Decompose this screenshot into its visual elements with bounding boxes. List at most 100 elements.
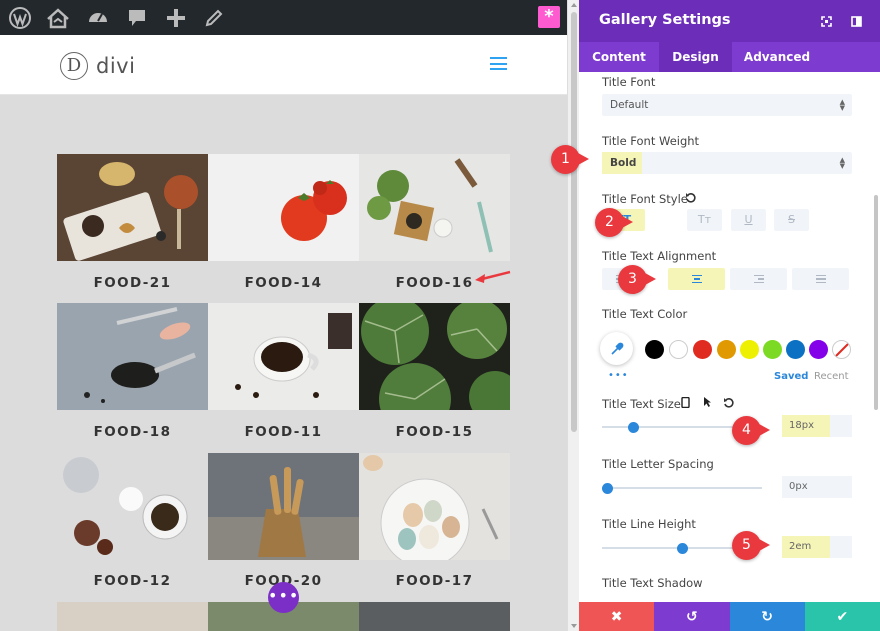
strikethrough-button[interactable]: S: [774, 209, 809, 231]
tab-advanced[interactable]: Advanced: [732, 42, 822, 72]
gallery-image[interactable]: [359, 303, 510, 410]
title-font-value: Default: [610, 99, 649, 111]
device-phone-icon[interactable]: [681, 397, 690, 408]
title-font-weight-select[interactable]: Bold ▲ ▼: [602, 152, 852, 174]
home-icon[interactable]: [46, 6, 70, 30]
gallery-item[interactable]: [359, 453, 510, 560]
title-font-style-label: Title Font Style: [602, 192, 688, 206]
gallery-caption: FOOD-21: [93, 275, 172, 291]
step-marker: 2: [595, 208, 633, 237]
panel-title: Gallery Settings: [599, 12, 731, 28]
gallery-caption: FOOD-11: [244, 424, 323, 440]
gallery-caption: FOOD-17: [395, 573, 474, 589]
slider-handle[interactable]: [628, 421, 639, 433]
gallery-item[interactable]: [208, 303, 359, 410]
title-line-height-label: Title Line Height: [602, 517, 696, 531]
cancel-button[interactable]: ✖: [579, 602, 655, 631]
gallery-image[interactable]: [208, 303, 359, 410]
gallery-item[interactable]: [208, 453, 359, 560]
comment-icon[interactable]: [125, 6, 149, 30]
gallery-image[interactable]: [208, 453, 359, 560]
gallery-caption: FOOD-12: [93, 573, 172, 589]
eyedropper-button[interactable]: [600, 332, 633, 365]
expand-icon[interactable]: [821, 16, 832, 27]
reset-icon[interactable]: [685, 192, 696, 203]
tab-content[interactable]: Content: [579, 42, 659, 72]
gallery-item[interactable]: [57, 453, 208, 560]
site-logo[interactable]: D divi: [60, 52, 135, 80]
title-text-size-label: Title Text Size: [602, 397, 681, 411]
slider-handle[interactable]: [602, 482, 613, 494]
step-marker: 3: [618, 265, 656, 294]
redo-button[interactable]: ↻: [729, 602, 805, 631]
plus-icon[interactable]: [164, 6, 188, 30]
hamburger-icon[interactable]: [490, 57, 507, 70]
title-font-select[interactable]: Default ▲ ▼: [602, 94, 852, 116]
gallery-item[interactable]: [57, 303, 208, 410]
logo-text: divi: [96, 54, 136, 78]
color-swatch[interactable]: [693, 340, 712, 359]
gallery-grid: FOOD-21 FOOD-14 FOOD-16 FOOD-18 FOOD-11 …: [0, 95, 567, 631]
reset-icon[interactable]: [723, 397, 734, 408]
gallery-item[interactable]: [359, 303, 510, 410]
gallery-item-partial[interactable]: [57, 602, 208, 631]
undo-button[interactable]: ↺: [654, 602, 730, 631]
sidebar-toggle-icon[interactable]: [851, 16, 862, 27]
page-scrollbar[interactable]: [567, 0, 579, 631]
title-letter-spacing-slider[interactable]: [602, 482, 762, 494]
gallery-item[interactable]: [208, 154, 359, 261]
hover-cursor-icon[interactable]: [703, 396, 712, 408]
gallery-caption: FOOD-14: [244, 275, 323, 291]
gallery-image[interactable]: [208, 154, 359, 261]
gallery-image[interactable]: [359, 154, 510, 261]
color-swatch[interactable]: [763, 340, 782, 359]
step-marker: 1: [551, 145, 589, 174]
title-text-size-input[interactable]: 18px: [782, 415, 830, 437]
gallery-image[interactable]: [57, 154, 208, 261]
title-font-label: Title Font: [602, 75, 656, 89]
admin-bar: *: [0, 0, 567, 35]
gallery-item[interactable]: [359, 154, 510, 261]
color-swatch[interactable]: [645, 340, 664, 359]
gallery-image[interactable]: [57, 303, 208, 410]
title-line-height-input[interactable]: 2em: [782, 536, 830, 558]
gallery-image[interactable]: [359, 453, 510, 560]
panel-scrollbar[interactable]: [874, 195, 878, 410]
align-justify-button[interactable]: [792, 268, 849, 290]
eyedropper-icon: [610, 342, 623, 355]
gallery-caption: FOOD-18: [93, 424, 172, 440]
asterisk-icon[interactable]: *: [538, 6, 560, 28]
color-swatch[interactable]: [786, 340, 805, 359]
wordpress-icon[interactable]: [8, 6, 32, 30]
pencil-icon[interactable]: [202, 6, 226, 30]
color-swatch[interactable]: [740, 340, 759, 359]
gallery-caption: FOOD-15: [395, 424, 474, 440]
title-text-color-label: Title Text Color: [602, 307, 688, 321]
title-text-alignment-label: Title Text Alignment: [602, 249, 717, 263]
gallery-item-partial[interactable]: [359, 602, 510, 631]
align-right-button[interactable]: [730, 268, 787, 290]
underline-button[interactable]: U: [731, 209, 766, 231]
tab-design[interactable]: Design: [659, 42, 732, 72]
title-text-shadow-label: Title Text Shadow: [602, 576, 703, 590]
slider-handle[interactable]: [677, 542, 688, 554]
title-font-weight-value: Bold: [602, 152, 642, 174]
saved-colors-tab[interactable]: Saved: [774, 371, 808, 382]
more-colors-icon[interactable]: •••: [608, 370, 629, 381]
color-swatch[interactable]: [809, 340, 828, 359]
save-button[interactable]: ✔: [804, 602, 880, 631]
color-swatch[interactable]: [669, 340, 688, 359]
smallcaps-button[interactable]: Tт: [687, 209, 722, 231]
step-marker: 5: [732, 531, 770, 560]
panel-header: Gallery Settings: [579, 0, 880, 42]
gallery-image[interactable]: [57, 453, 208, 560]
dashboard-icon[interactable]: [86, 6, 110, 30]
logo-letter: D: [60, 52, 88, 80]
no-color-swatch[interactable]: [832, 340, 851, 359]
title-letter-spacing-input[interactable]: 0px: [782, 476, 852, 498]
color-swatch[interactable]: [717, 340, 736, 359]
recent-colors-tab[interactable]: Recent: [814, 371, 849, 382]
more-options-button[interactable]: •••: [268, 582, 299, 613]
align-center-button[interactable]: [668, 268, 725, 290]
gallery-item[interactable]: [57, 154, 208, 261]
